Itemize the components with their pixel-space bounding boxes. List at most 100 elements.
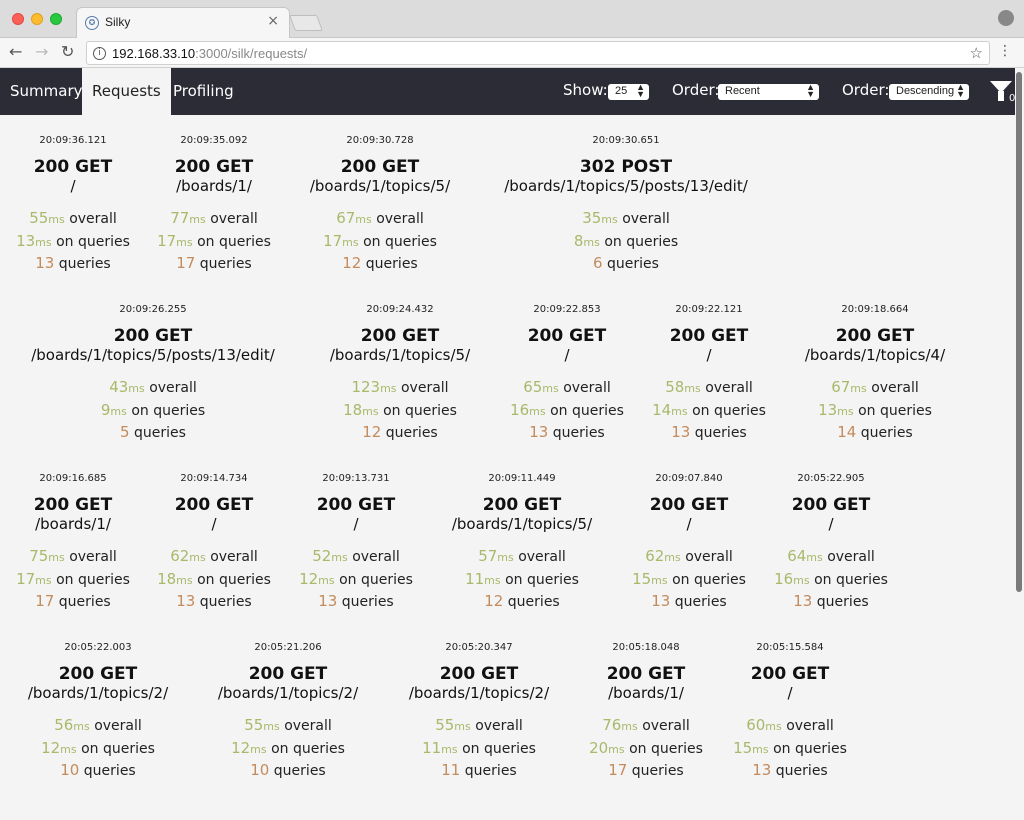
query-time-stat: 16ms on queries [681,569,981,592]
queries-label: queries [83,763,136,779]
order-direction-label: Order: [842,81,890,99]
ms-unit: ms [583,235,600,249]
browser-toolbar: ← → ↻ i 192.168.33.10:3000/silk/requests… [0,38,1024,68]
queries-label: queries [134,425,186,441]
query-time-value: 16 [510,400,530,419]
nav-summary[interactable]: Summary [0,68,93,115]
ms-unit: ms [60,742,77,756]
ms-unit: ms [601,213,618,226]
order-direction-select[interactable]: Descending ▲ ▼ [889,83,969,100]
order-by-label: Order: [672,81,720,99]
show-label: Show: [563,81,608,99]
request-card[interactable]: 20:09:30.651 302 POST/boards/1/topics/5/p… [476,135,776,275]
browser-tab-bar: ✪ Silky × [0,0,1024,38]
overall-label: overall [94,718,142,734]
info-icon[interactable]: i [93,47,106,60]
back-icon[interactable]: ← [9,42,22,61]
query-count-value: 10 [250,761,270,779]
request-path: / [787,684,793,702]
address-bar[interactable]: i 192.168.33.10:3000/silk/requests/ ☆ [86,41,990,65]
zoom-window-button[interactable] [50,13,62,25]
overall-time-value: 75 [29,547,49,565]
query-time-value: 17 [16,569,36,588]
query-count-value: 10 [60,761,80,779]
ms-unit: ms [73,720,90,733]
ms-unit: ms [342,235,359,249]
query-time-value: 16 [774,569,794,588]
ms-unit: ms [837,404,854,418]
query-count-value: 13 [793,592,813,610]
nav-profiling[interactable]: Profiling [163,68,244,115]
overall-time-value: 43 [109,378,129,396]
queries-label: queries [860,425,913,441]
request-timestamp: 20:09:30.651 [592,135,660,146]
request-status-method: 200 GET [791,495,871,515]
overall-time-value: 62 [170,547,190,565]
request-stats: 64ms overall 16ms on queries 13 queries [681,546,981,613]
show-select-value: 25 [615,85,628,97]
on-queries-label: on queries [858,402,932,419]
browser-menu-icon[interactable]: ⋮ [998,43,1012,59]
request-status-method: 200 GET [750,664,830,684]
request-status-method: 200 GET [835,326,915,346]
queries-label: queries [816,594,869,610]
bookmark-star-icon[interactable]: ☆ [970,44,983,62]
ms-unit: ms [651,573,668,587]
ms-unit: ms [263,720,280,733]
overall-label: overall [149,380,197,396]
request-stats: 35ms overall 8ms on queries 6 queries [476,208,776,275]
query-time-stat: 13ms on queries [725,400,1024,423]
overall-time-value: 35 [582,209,602,227]
on-queries-label: on queries [814,571,888,588]
request-path: /boards/1/topics/4/ [804,346,946,364]
query-count-value: 13 [752,761,772,779]
query-time-value: 14 [652,400,672,419]
ms-unit: ms [176,573,193,587]
order-by-select[interactable]: Recent ▲ ▼ [718,83,819,100]
overall-time-value: 64 [787,547,807,565]
select-arrows-icon: ▲ ▼ [636,82,645,99]
query-time-value: 11 [465,569,485,588]
overall-label: overall [622,211,670,227]
query-count-value: 12 [484,592,504,610]
query-count-value: 13 [651,592,671,610]
forward-icon[interactable]: → [35,42,48,61]
query-count-value: 12 [342,254,362,272]
on-queries-label: on queries [773,740,847,757]
ms-unit: ms [331,551,348,564]
show-select[interactable]: 25 ▲ ▼ [608,82,649,100]
browser-tab[interactable]: ✪ Silky × [76,7,290,38]
request-card[interactable]: 20:05:15.584 200 GET/60ms overall 15ms on … [640,642,940,782]
ms-unit: ms [542,382,559,395]
ms-unit: ms [454,720,471,733]
ms-unit: ms [362,404,379,418]
request-card[interactable]: 20:09:18.664 200 GET/boards/1/topics/4/67… [725,304,1024,444]
nav-requests[interactable]: Requests [82,68,171,115]
request-card[interactable]: 20:05:22.905 200 GET/64ms overall 16ms on … [681,473,981,613]
request-timestamp: 20:05:22.905 [797,473,865,484]
request-stats: 60ms overall 15ms on queries 13 queries [640,715,940,782]
close-window-button[interactable] [12,13,24,25]
url-path: :3000/silk/requests/ [195,46,308,61]
ms-unit: ms [621,720,638,733]
query-time-stat: 8ms on queries [476,231,776,254]
ms-unit: ms [380,382,397,395]
overall-time-value: 55 [244,716,264,734]
overall-time-value: 62 [645,547,665,565]
ms-unit: ms [318,573,335,587]
query-count-value: 5 [120,423,130,441]
minimize-window-button[interactable] [31,13,43,25]
tab-close-icon[interactable]: × [267,13,279,29]
query-time-value: 12 [299,569,319,588]
overall-time-value: 123 [351,378,381,396]
silky-favicon-icon: ✪ [85,16,99,30]
reload-icon[interactable]: ↻ [61,42,74,61]
query-time-value: 8 [573,231,584,250]
url-text[interactable]: 192.168.33.10:3000/silk/requests/ [112,46,307,61]
new-tab-button[interactable] [289,15,323,31]
query-time-value: 17 [157,231,177,250]
tab-title: Silky [105,15,131,29]
overall-time-stat: 64ms overall [681,546,981,569]
overall-time-value: 52 [312,547,332,565]
profile-icon[interactable] [998,10,1014,26]
